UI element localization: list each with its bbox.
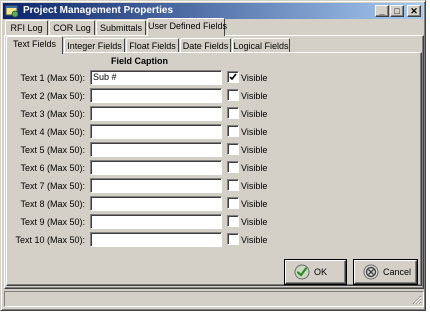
text-2-visible-label: Visible xyxy=(241,91,268,101)
field-caption-header: Field Caption xyxy=(111,56,168,66)
text-10-visible-label: Visible xyxy=(241,235,268,245)
properties-dialog: Project Management Properties _ □ ✕ RFI … xyxy=(0,0,426,311)
tab-label: Logical Fields xyxy=(233,41,289,51)
ok-label: OK xyxy=(314,267,328,277)
resize-grip-icon[interactable] xyxy=(411,294,422,305)
text-6-label: Text 6 (Max 50): xyxy=(20,163,85,173)
text-8-caption-field[interactable] xyxy=(90,196,222,211)
text-1-label: Text 1 (Max 50): xyxy=(20,73,85,83)
text-6-visible-checkbox[interactable] xyxy=(227,161,239,173)
text-4-visible-label: Visible xyxy=(241,127,268,137)
text-1-visible-checkbox[interactable] xyxy=(227,71,239,83)
text-4-caption-field[interactable] xyxy=(90,124,222,139)
text-5-caption-field[interactable] xyxy=(90,142,222,157)
tab-label: Submittals xyxy=(99,23,143,33)
text-3-visible-label: Visible xyxy=(241,109,268,119)
app-window-icon xyxy=(5,5,19,18)
cancel-x-icon xyxy=(363,264,379,280)
tab-label: Integer Fields xyxy=(67,41,122,51)
text-2-visible-checkbox[interactable] xyxy=(227,89,239,101)
close-button[interactable]: ✕ xyxy=(407,5,421,17)
checkmark-icon xyxy=(229,73,237,81)
text-10-caption-field[interactable] xyxy=(90,232,222,247)
text-2-label: Text 2 (Max 50): xyxy=(20,91,85,101)
cancel-button[interactable]: Cancel xyxy=(354,260,417,284)
text-7-label: Text 7 (Max 50): xyxy=(20,181,85,191)
minimize-button[interactable]: _ xyxy=(375,5,389,17)
checkmark-icon xyxy=(294,264,310,280)
text-8-visible-label: Visible xyxy=(241,199,268,209)
text-3-caption-field[interactable] xyxy=(90,106,222,121)
tab-label: Date Fields xyxy=(182,41,229,51)
text-1-caption-field[interactable]: Sub # xyxy=(90,70,222,85)
text-6-visible-label: Visible xyxy=(241,163,268,173)
text-7-visible-label: Visible xyxy=(241,181,268,191)
tab-label: Float Fields xyxy=(129,41,176,51)
user-defined-fields-panel: Text Fields Integer Fields Float Fields … xyxy=(4,35,424,289)
text-fields-panel: Field Caption Text 1 (Max 50): Sub # Vis… xyxy=(6,52,422,286)
text-5-visible-label: Visible xyxy=(241,145,268,155)
tab-label: Text Fields xyxy=(12,39,56,49)
tab-cor-log[interactable]: COR Log xyxy=(49,20,95,36)
text-7-caption-field[interactable] xyxy=(90,178,222,193)
text-5-visible-checkbox[interactable] xyxy=(227,143,239,155)
text-5-label: Text 5 (Max 50): xyxy=(20,145,85,155)
text-3-label: Text 3 (Max 50): xyxy=(20,109,85,119)
tab-label: User Defined Fields xyxy=(148,21,228,31)
maximize-button[interactable]: □ xyxy=(390,5,404,17)
text-9-visible-label: Visible xyxy=(241,217,268,227)
text-3-visible-checkbox[interactable] xyxy=(227,107,239,119)
text-1-visible-label: Visible xyxy=(241,73,268,83)
tab-text-fields[interactable]: Text Fields xyxy=(6,36,63,54)
text-4-visible-checkbox[interactable] xyxy=(227,125,239,137)
ok-button[interactable]: OK xyxy=(285,260,346,284)
status-bar xyxy=(4,291,424,307)
text-10-visible-checkbox[interactable] xyxy=(227,233,239,245)
text-9-visible-checkbox[interactable] xyxy=(227,215,239,227)
text-10-label: Text 10 (Max 50): xyxy=(15,235,85,245)
tab-label: COR Log xyxy=(53,23,91,33)
tab-submittals[interactable]: Submittals xyxy=(96,20,146,36)
title-bar[interactable]: Project Management Properties _ □ ✕ xyxy=(3,3,423,19)
text-7-visible-checkbox[interactable] xyxy=(227,179,239,191)
cancel-label: Cancel xyxy=(383,267,412,277)
text-9-label: Text 9 (Max 50): xyxy=(20,217,85,227)
text-6-caption-field[interactable] xyxy=(90,160,222,175)
text-8-visible-checkbox[interactable] xyxy=(227,197,239,209)
text-4-label: Text 4 (Max 50): xyxy=(20,127,85,137)
text-2-caption-field[interactable] xyxy=(90,88,222,103)
text-8-label: Text 8 (Max 50): xyxy=(20,199,85,209)
window-title: Project Management Properties xyxy=(23,5,174,16)
tab-user-defined-fields[interactable]: User Defined Fields xyxy=(147,18,228,36)
tab-label: RFI Log xyxy=(10,23,43,33)
tab-rfi-log[interactable]: RFI Log xyxy=(5,20,48,36)
text-9-caption-field[interactable] xyxy=(90,214,222,229)
